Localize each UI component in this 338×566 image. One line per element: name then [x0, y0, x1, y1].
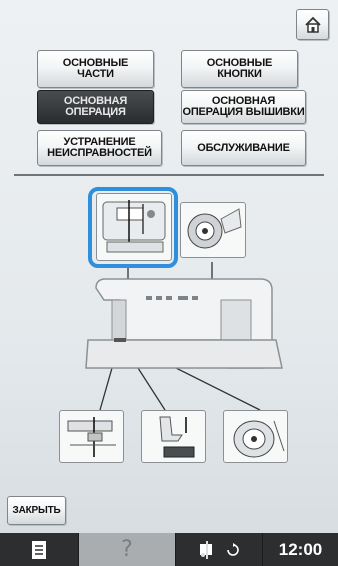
selection-highlight: [88, 187, 178, 268]
bobbin-case-icon: [233, 420, 285, 458]
needle-threading-thumbnail[interactable]: [59, 410, 124, 463]
help-button[interactable]: ?: [79, 533, 176, 566]
rotate-icon: [227, 542, 239, 556]
thread-icon: [200, 540, 212, 559]
presser-foot-icon: [159, 416, 195, 458]
needle-icon: [67, 417, 116, 457]
document-icon: [32, 540, 46, 559]
thread-status: [176, 533, 263, 566]
presser-foot-thumbnail[interactable]: [141, 410, 206, 463]
status-bar: ? 12:00: [0, 533, 338, 566]
clock-time: 12:00: [278, 539, 323, 559]
help-icon: ?: [121, 537, 133, 562]
bobbin-case-thumbnail[interactable]: [223, 410, 288, 463]
close-button[interactable]: ЗАКРЫТЬ: [7, 496, 66, 525]
bobbin-icon: [187, 208, 242, 249]
document-button[interactable]: [0, 533, 79, 566]
bobbin-winding-thumbnail[interactable]: [180, 202, 246, 258]
clock-area: 12:00: [263, 533, 338, 566]
sewing-machine-illustration: [85, 278, 283, 369]
sewing-machine-diagram: [85, 262, 283, 411]
